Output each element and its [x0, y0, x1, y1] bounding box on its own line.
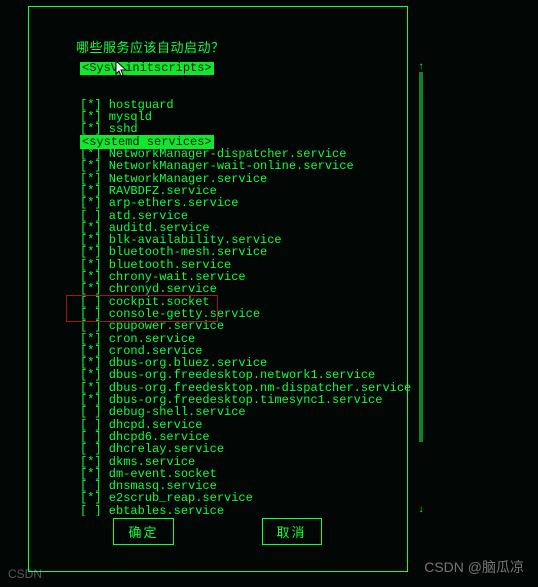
service-row[interactable]: [*] dkms.service [80, 456, 420, 468]
service-row[interactable]: [*] dbus-org.freedesktop.network1.servic… [80, 369, 420, 381]
scrollbar[interactable]: ↑ ↓ [418, 62, 424, 516]
service-row[interactable]: [*] arp-ethers.service [80, 197, 420, 209]
ok-button[interactable]: 确定 [113, 518, 173, 545]
service-row[interactable]: [*] bluetooth-mesh.service [80, 246, 420, 258]
service-list[interactable]: <SysV initscripts> [*] hostguard[*] mysq… [80, 62, 420, 516]
service-row[interactable]: [ ] debug-shell.service [80, 406, 420, 418]
service-row[interactable]: [*] NetworkManager-wait-online.service [80, 160, 420, 172]
scrollbar-thumb[interactable] [419, 72, 423, 442]
section-sysv-header: <SysV initscripts> [80, 62, 214, 75]
button-row: 确定 取消 [28, 518, 407, 545]
service-row[interactable]: [*] cron.service [80, 333, 420, 345]
service-row[interactable]: [ ] cpupower.service [80, 320, 420, 332]
dialog-frame: 哪些服务应该自动启动？ <SysV initscripts> [*] hostg… [28, 6, 408, 572]
watermark: CSDN [8, 567, 42, 581]
watermark: CSDN @脑瓜凉 [424, 557, 524, 577]
service-row[interactable]: [*] chronyd.service [80, 283, 420, 295]
service-row[interactable]: [*] e2scrub_reap.service [80, 492, 420, 504]
service-row[interactable]: [ ] atd.service [80, 210, 420, 222]
service-row[interactable]: [ ] dhcrelay.service [80, 443, 420, 455]
service-row[interactable]: [ ] ebtables.service [80, 505, 420, 516]
sysv-row[interactable]: [*] sshd [80, 123, 420, 135]
cancel-button[interactable]: 取消 [262, 518, 322, 545]
scroll-down-icon[interactable]: ↓ [418, 505, 424, 516]
prompt-text: 哪些服务应该自动启动？ [76, 37, 225, 56]
